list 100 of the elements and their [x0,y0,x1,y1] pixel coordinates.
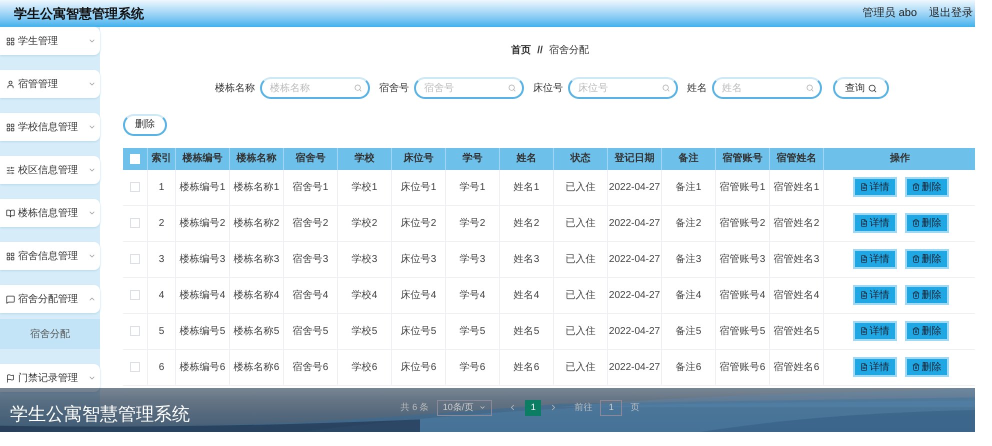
trash-icon [912,363,920,371]
column-header: 宿管姓名 [776,151,816,166]
details-button[interactable]: 详情 [852,321,896,341]
table-cell-text: 楼栋编号1 [180,180,226,194]
chevron-icon [88,374,96,382]
table-cell-text: 备注3 [676,252,702,266]
trash-icon [912,327,920,335]
table-cell-text: 备注5 [676,324,702,338]
delete-button[interactable]: 删除 [123,114,167,136]
table-cell-text: 床位号5 [400,324,436,338]
table-cell-text: 宿舍号2 [292,216,328,230]
chevron-icon [88,123,96,131]
table-cell-text: 3 [158,252,164,266]
table-cell-text: 姓名1 [514,180,540,194]
table-cell-text: 备注4 [676,288,702,302]
table-cell-text: 已入住 [566,288,596,302]
breadcrumb-home[interactable]: 首页 [511,42,532,58]
field-label: 楼栋名称 [215,82,255,96]
goto-label: 前往 [574,400,592,414]
field-label: 宿舍号 [379,82,409,96]
row-delete-button[interactable]: 删除 [904,357,948,377]
menu-item[interactable]: 宿舍分配管理 [0,285,100,313]
menu-item[interactable]: 学生管理 [0,27,100,55]
table-cell-text: 已入住 [566,252,596,266]
row-delete-button[interactable]: 删除 [904,177,948,197]
video-caption: 学生公寓智慧管理系统 [10,403,190,426]
table-cell-text: 学号4 [460,288,486,302]
row-delete-button[interactable]: 删除 [904,321,948,341]
table-cell-text: 已入住 [566,180,596,194]
query-button[interactable]: 查询 [833,77,889,99]
row-delete-button[interactable]: 删除 [904,213,948,233]
table-cell-text: 宿舍号3 [292,252,328,266]
page-number[interactable]: 1 [525,400,542,416]
menu-item[interactable]: 校区信息管理 [0,156,100,184]
checkbox[interactable] [130,362,140,372]
table-cell-text: 5 [158,324,164,338]
checkbox[interactable] [130,254,140,264]
table-cell-text: 已入住 [566,324,596,338]
field-label: 床位号 [533,82,563,96]
checkbox[interactable] [130,290,140,300]
chevron-icon [88,209,96,217]
table-cell-text: 楼栋编号4 [180,288,226,302]
logout-link[interactable]: 退出登录 [929,5,973,22]
details-button[interactable]: 详情 [852,285,896,305]
menu-item[interactable]: 学校信息管理 [0,113,100,141]
table-cell-text: 4 [158,288,164,302]
search-field[interactable]: 姓名 [712,77,822,99]
chevron-icon [88,252,96,260]
table-cell-text: 宿管姓名4 [774,288,820,302]
column-header: 楼栋编号 [182,152,222,166]
table-cell-text: 学号3 [460,252,486,266]
table-cell-text: 楼栋编号2 [180,216,226,230]
table-cell-text: 学号2 [460,216,486,230]
total-count: 共 6 条 [400,400,429,414]
column-header: 宿舍号 [296,151,326,166]
table-cell-text: 宿管账号2 [720,216,766,230]
menu-item[interactable]: 宿管管理 [0,70,100,98]
table-cell-text: 宿管账号5 [720,324,766,338]
row-delete-button[interactable]: 删除 [904,285,948,305]
table-cell-text: 学校1 [352,180,378,194]
table-cell-text: 2022-04-27 [608,360,660,374]
checkbox[interactable] [130,326,140,336]
menu-icon [6,208,15,218]
table-cell-text: 备注6 [676,360,702,374]
menu-item[interactable]: 楼栋信息管理 [0,199,100,227]
menu-icon [6,294,15,304]
document-icon [860,291,868,299]
table-cell-text: 学校3 [352,252,378,266]
document-icon [860,363,868,371]
details-button[interactable]: 详情 [852,177,896,197]
table-cell-text: 学号1 [460,180,486,194]
details-button[interactable]: 详情 [852,249,896,269]
table-cell-text: 6 [158,360,164,374]
menu-item[interactable]: 宿舍信息管理 [0,242,100,270]
table-cell-text: 姓名2 [514,216,540,230]
search-field[interactable]: 床位号 [568,77,678,99]
page-size-select[interactable]: 10条/页 [436,400,492,416]
page-input[interactable]: 1 [600,400,622,416]
table-cell-text: 宿舍号4 [292,288,328,302]
table-cell-text: 宿管姓名3 [774,252,820,266]
table-cell-text: 楼栋名称3 [234,252,280,266]
column-header: 床位号 [404,151,434,166]
row-delete-button[interactable]: 删除 [904,249,948,269]
table-cell-text: 姓名3 [514,252,540,266]
search-field[interactable]: 宿舍号 [414,77,524,99]
table-cell-text: 楼栋编号3 [180,252,226,266]
submenu-item[interactable]: 宿舍分配 [0,319,100,349]
user-name: 管理员 abo [862,6,917,22]
checkbox[interactable] [130,182,140,192]
table-cell-text: 学校6 [352,360,378,374]
details-button[interactable]: 详情 [852,213,896,233]
table-cell-text: 2022-04-27 [608,216,660,230]
chevron-icon [479,404,486,411]
table-cell-text: 姓名5 [514,324,540,338]
table-cell-text: 楼栋名称2 [234,216,280,230]
table-cell-text: 楼栋名称1 [234,180,280,194]
checkbox[interactable] [130,218,140,228]
search-field[interactable]: 楼栋名称 [260,77,370,99]
table-cell-text: 学校2 [352,216,378,230]
details-button[interactable]: 详情 [852,357,896,377]
